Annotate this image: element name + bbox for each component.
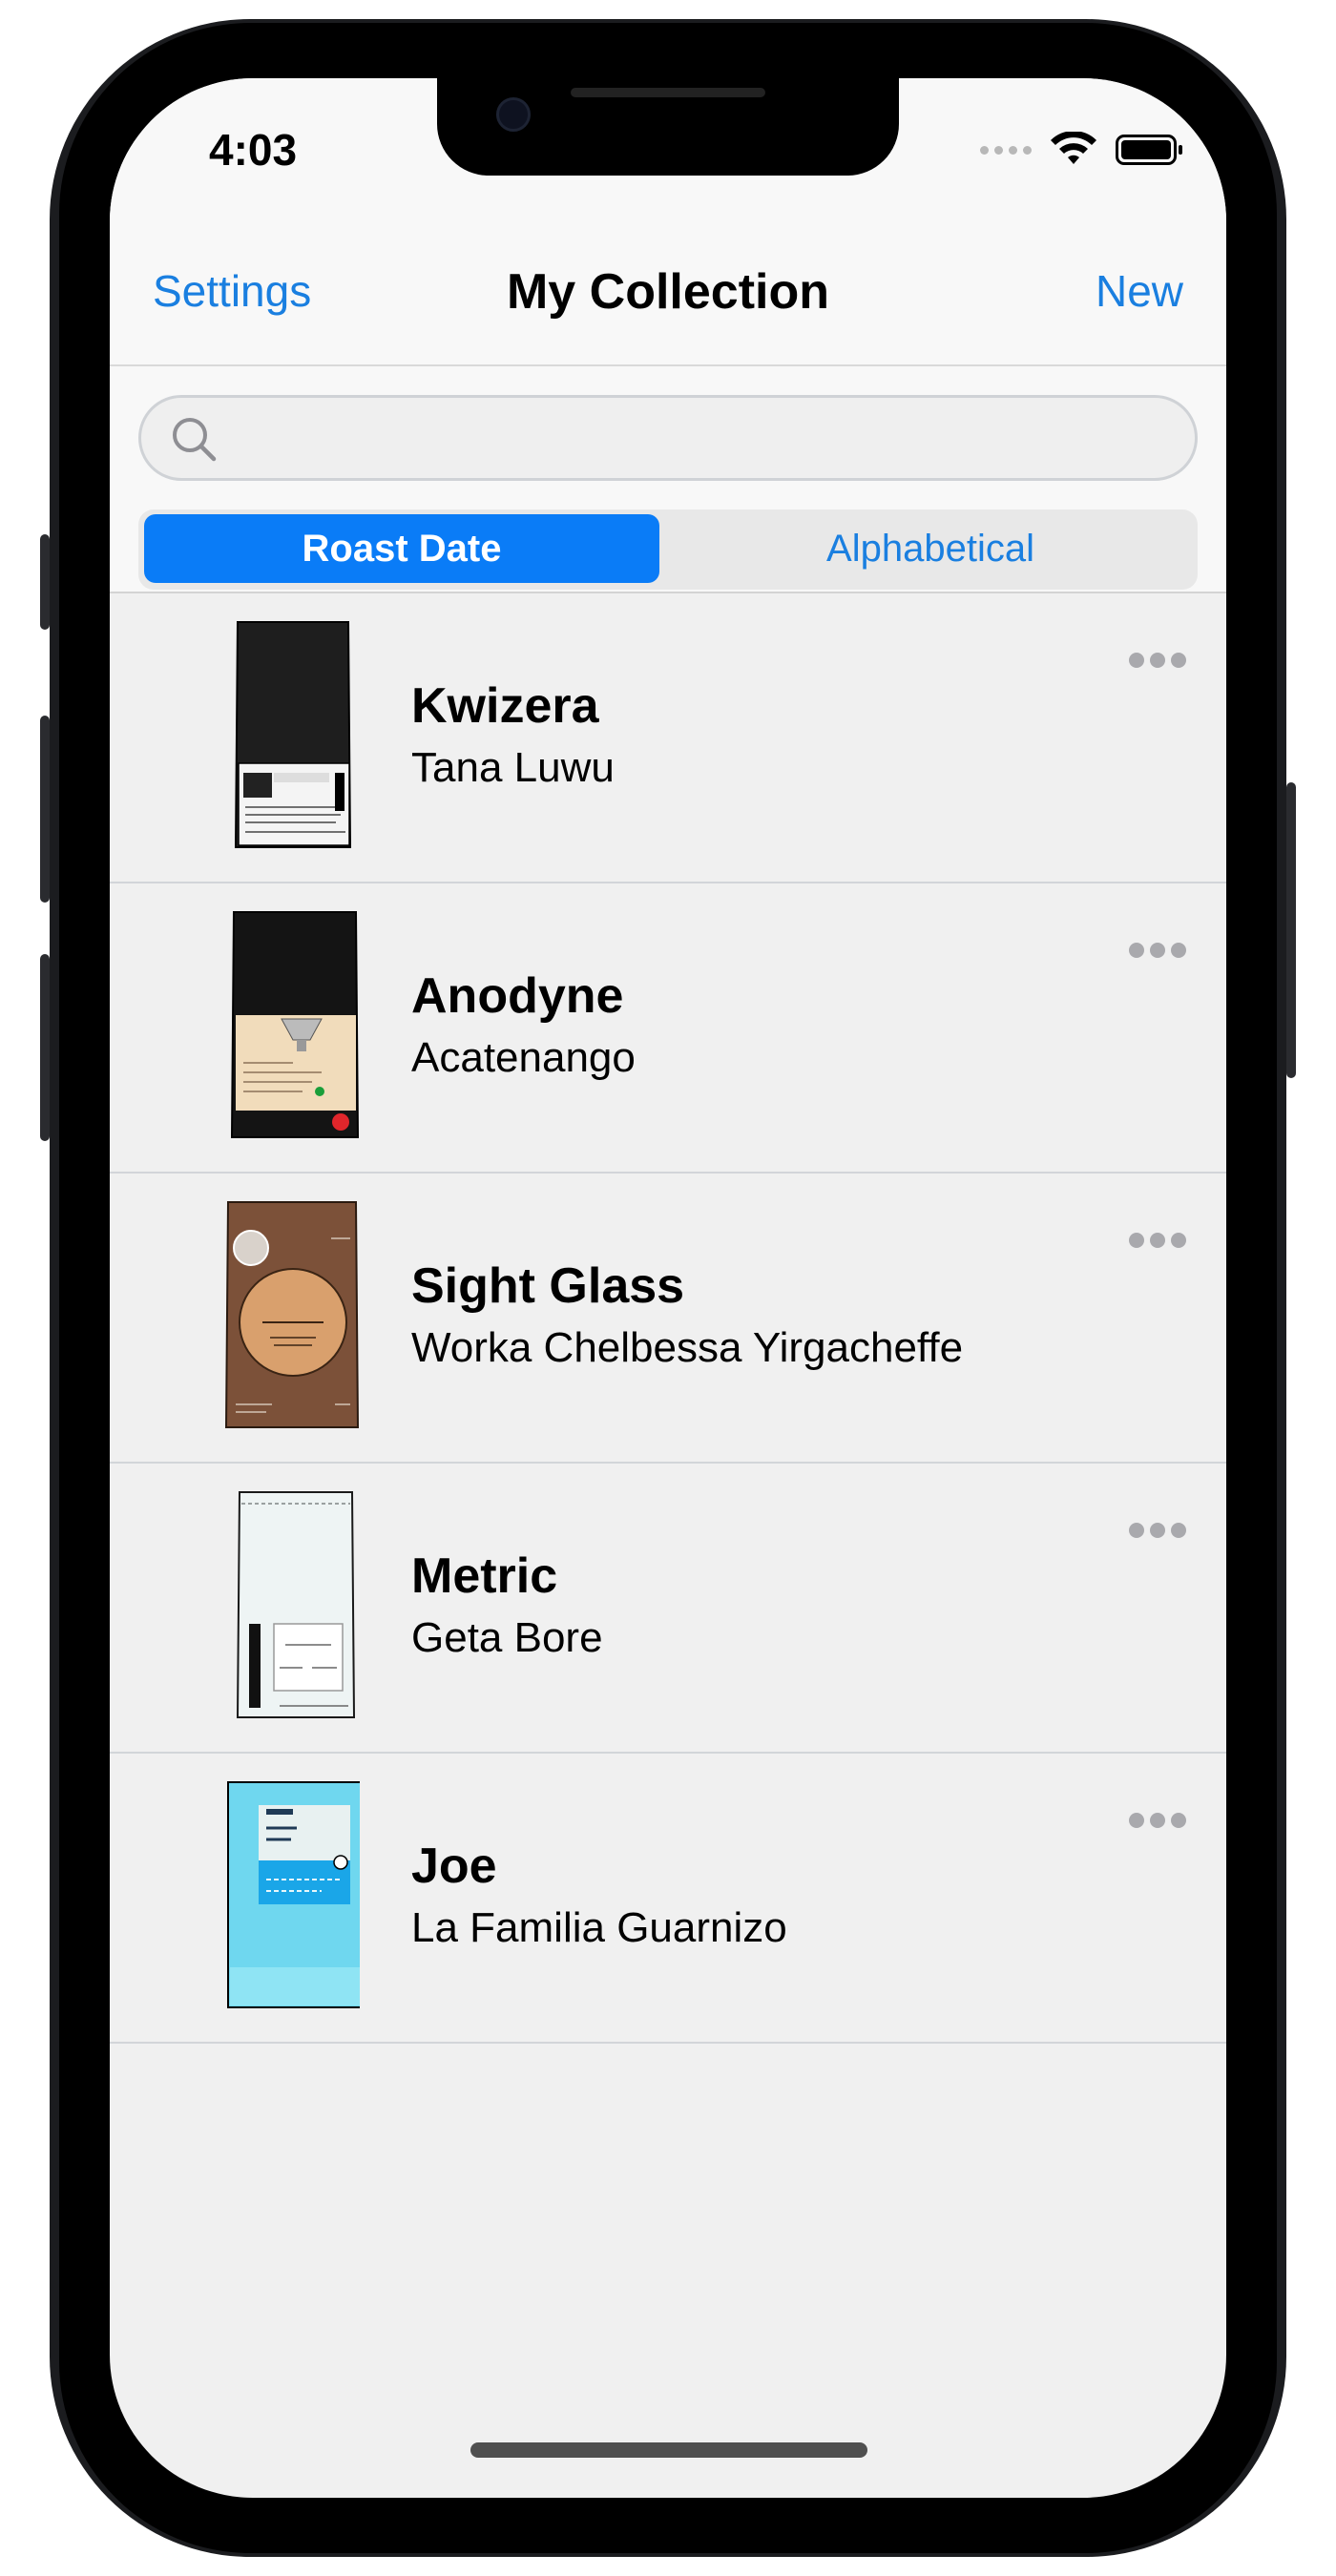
list-item[interactable]: Joe La Familia Guarnizo [110, 1754, 1226, 2044]
coffee-bag-thumbnail [227, 1781, 360, 2008]
coffee-name: Acatenango [411, 1034, 636, 1081]
roaster-name: Joe [411, 1839, 497, 1894]
more-icon[interactable] [1129, 1519, 1186, 1542]
more-icon[interactable] [1129, 1229, 1186, 1252]
volume-up-button [40, 716, 50, 903]
segment-alphabetical[interactable]: Alphabetical [669, 514, 1192, 583]
earpiece-speaker [571, 88, 765, 97]
list-item[interactable]: Sight Glass Worka Chelbessa Yirgacheffe [110, 1174, 1226, 1464]
wifi-icon [1051, 132, 1096, 164]
search-icon [173, 418, 217, 462]
coffee-bag-thumbnail [230, 911, 360, 1138]
coffee-name: La Familia Guarnizo [411, 1904, 787, 1951]
coffee-bag-thumbnail [224, 1201, 360, 1428]
status-time: 4:03 [209, 125, 298, 175]
notch [437, 78, 899, 176]
list-item[interactable]: Metric Geta Bore [110, 1464, 1226, 1754]
roaster-name: Metric [411, 1548, 558, 1604]
page-title: My Collection [506, 264, 830, 320]
coffee-name: Worka Chelbessa Yirgacheffe [411, 1324, 964, 1371]
list-item[interactable]: Anodyne Acatenango [110, 883, 1226, 1174]
more-icon[interactable] [1129, 649, 1186, 672]
roaster-name: Anodyne [411, 968, 624, 1024]
screen: 4:03 Settings My Collection New Roast Da… [110, 78, 1226, 2498]
mute-switch [40, 534, 50, 630]
home-indicator[interactable] [470, 2442, 867, 2458]
coffee-bag-thumbnail [234, 621, 352, 848]
more-icon[interactable] [1129, 1809, 1186, 1832]
power-button [1286, 782, 1296, 1078]
coffee-name: Geta Bore [411, 1614, 603, 1661]
search-input[interactable] [138, 395, 1198, 481]
cellular-signal-icon [980, 145, 1032, 155]
segment-roast-date[interactable]: Roast Date [144, 514, 659, 583]
new-button[interactable]: New [1096, 265, 1183, 317]
list-item[interactable]: Kwizera Tana Luwu [110, 593, 1226, 883]
coffee-name: Tana Luwu [411, 744, 615, 791]
volume-down-button [40, 954, 50, 1141]
list-controls: Roast Date Alphabetical [110, 366, 1226, 593]
more-icon[interactable] [1129, 939, 1186, 962]
coffee-bag-thumbnail [236, 1491, 356, 1718]
front-camera [496, 97, 531, 132]
status-icons [980, 132, 1182, 168]
coffee-list: Kwizera Tana Luwu Anodyne Acatenango Sig… [110, 593, 1226, 2044]
sort-segmented-control: Roast Date Alphabetical [138, 509, 1198, 590]
roaster-name: Sight Glass [411, 1258, 685, 1314]
battery-icon [1116, 135, 1182, 165]
navigation-bar: Settings My Collection New [110, 202, 1226, 366]
roaster-name: Kwizera [411, 678, 599, 734]
